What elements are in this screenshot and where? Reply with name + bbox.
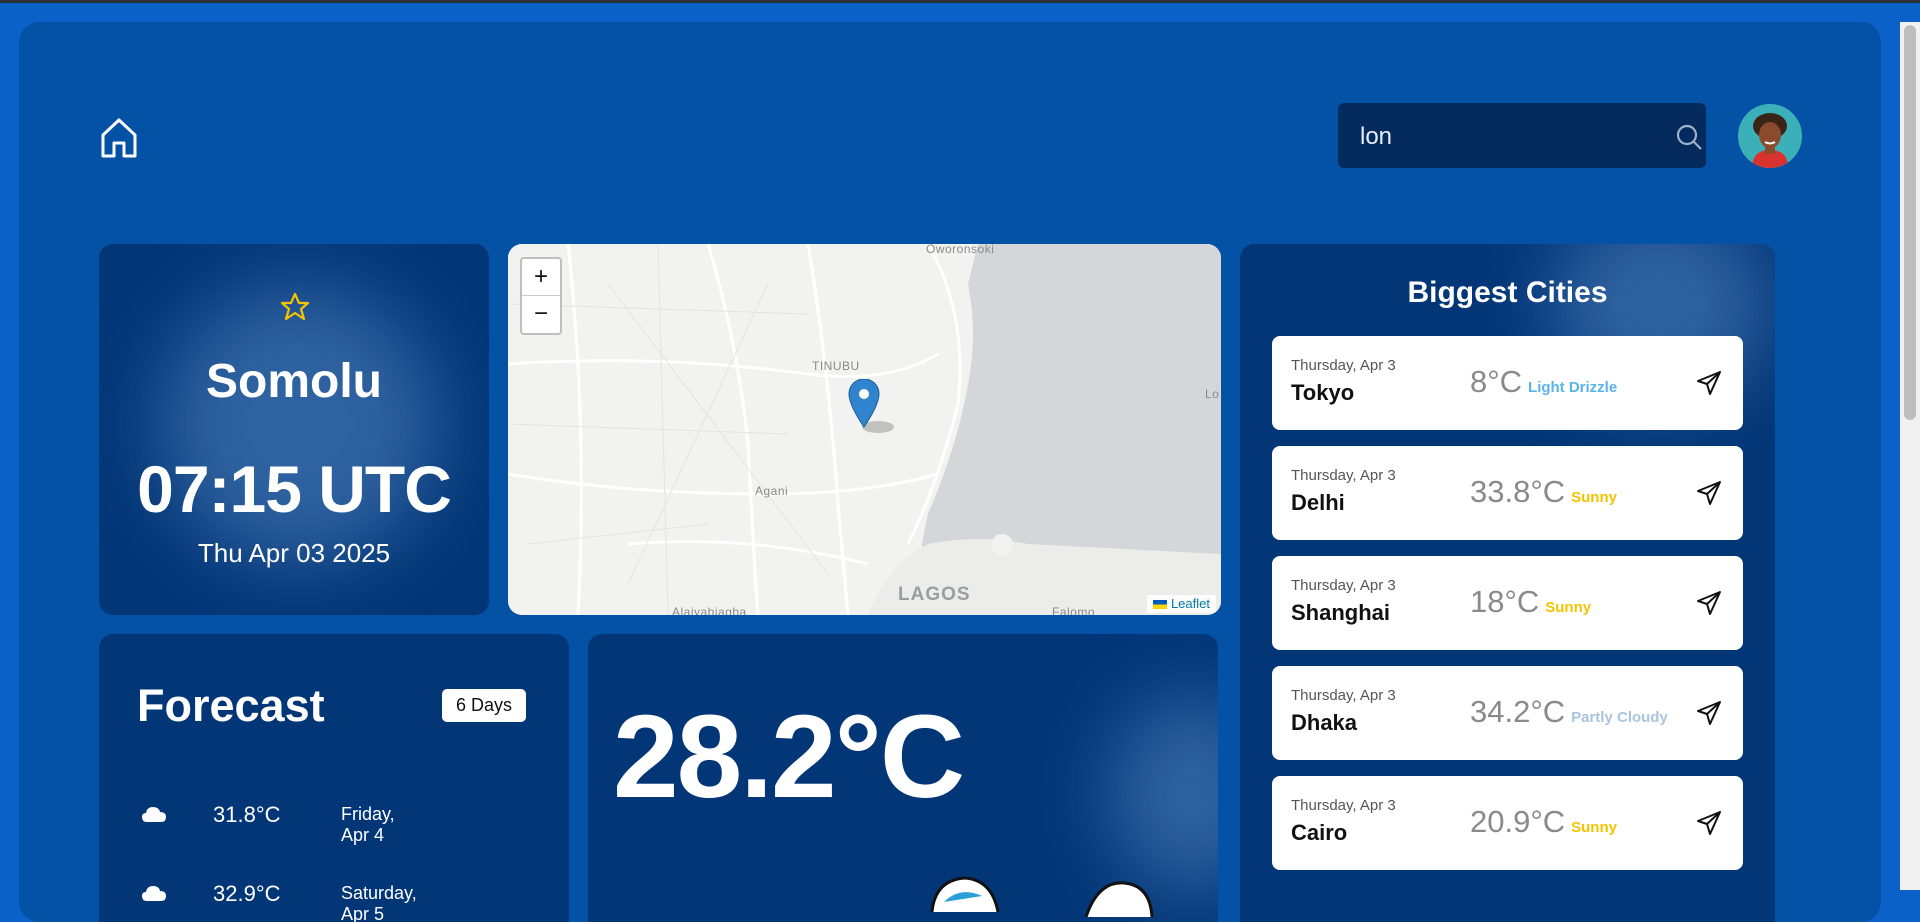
map-label-lo: Lo	[1205, 387, 1220, 401]
biggest-cities-card: Biggest Cities Thursday, Apr 3 Tokyo 8°C Li…	[1240, 244, 1775, 922]
navigate-icon[interactable]	[1695, 479, 1723, 507]
navigate-icon[interactable]	[1695, 699, 1723, 727]
location-city: Somolu	[206, 355, 382, 408]
city-name: Dhaka	[1291, 710, 1358, 735]
weather-app: Somolu 07:15 UTC Thu Apr 03 2025	[19, 22, 1881, 922]
city-name: Tokyo	[1291, 380, 1355, 405]
city-date: Thursday, Apr 3	[1291, 467, 1396, 484]
search-icon[interactable]	[1675, 123, 1703, 151]
city-card-dhaka[interactable]: Thursday, Apr 3 Dhaka 34.2°C Partly Cloudy	[1272, 666, 1743, 760]
city-date: Thursday, Apr 3	[1291, 577, 1396, 594]
map-label-lagos: LAGOS	[898, 584, 971, 605]
navigate-icon[interactable]	[1695, 809, 1723, 837]
location-time: 07:15 UTC	[137, 452, 452, 526]
city-temperature: 20.9°C Sunny	[1470, 804, 1617, 839]
zoom-in-button[interactable]: +	[522, 259, 560, 296]
forecast-day: Saturday, Apr 5	[341, 883, 417, 922]
forecast-day: Friday, Apr 4	[341, 804, 395, 845]
current-weather-card: 28.2°C	[588, 634, 1218, 922]
forecast-temperature: 31.8°C	[213, 802, 281, 827]
forecast-title: Forecast	[137, 680, 325, 731]
city-card-shanghai[interactable]: Thursday, Apr 3 Shanghai 18°C Sunny	[1272, 556, 1743, 650]
city-temperature: 18°C Sunny	[1470, 584, 1592, 619]
avatar-illustration	[1738, 104, 1802, 168]
map[interactable]: + − Oworonsoki TINUBU Agani LAGOS Alaiya…	[508, 244, 1221, 615]
city-name: Shanghai	[1291, 600, 1391, 625]
window-top-border	[0, 0, 1920, 3]
search-bar	[1338, 103, 1706, 170]
city-condition: Partly Cloudy	[1571, 709, 1668, 726]
favorite-star-icon[interactable]	[279, 291, 311, 323]
city-condition: Light Drizzle	[1528, 379, 1618, 396]
navigate-icon[interactable]	[1695, 369, 1723, 397]
zoom-control: + −	[520, 257, 562, 335]
search-input[interactable]	[1358, 103, 1652, 170]
map-label-falomo: Falomo	[1052, 605, 1096, 615]
location-date: Thu Apr 03 2025	[197, 538, 391, 568]
current-temperature: 28.2°C	[613, 691, 965, 823]
card-glow	[1108, 694, 1218, 894]
city-date: Thursday, Apr 3	[1291, 797, 1396, 814]
map-label-oworonsoki: Oworonsoki	[926, 244, 995, 256]
city-card-delhi[interactable]: Thursday, Apr 3 Delhi 33.8°C Sunny	[1272, 446, 1743, 540]
location-card: Somolu 07:15 UTC Thu Apr 03 2025	[99, 244, 489, 615]
city-card-tokyo[interactable]: Thursday, Apr 3 Tokyo 8°C Light Drizzle	[1272, 336, 1743, 430]
forecast-temperature: 32.9°C	[213, 881, 281, 906]
navigate-icon[interactable]	[1695, 589, 1723, 617]
forecast-card: Forecast 6 Days 31.8°C Friday, Apr 4 32.9°…	[99, 634, 569, 922]
city-card-cairo[interactable]: Thursday, Apr 3 Cairo 20.9°C Sunny	[1272, 776, 1743, 870]
city-condition: Sunny	[1571, 819, 1617, 836]
scrollbar-thumb[interactable]	[1904, 25, 1916, 420]
city-condition: Sunny	[1545, 599, 1592, 616]
forecast-range-selector[interactable]: 6 Days	[442, 689, 527, 722]
city-temperature: 8°C Light Drizzle	[1470, 364, 1618, 399]
map-marker-icon[interactable]	[848, 379, 898, 435]
city-condition: Sunny	[1571, 489, 1617, 506]
cloud-icon	[142, 807, 166, 822]
map-label-tinubu: TINUBU	[812, 359, 860, 373]
cloud-icon	[142, 886, 166, 901]
city-temperature: 33.8°C Sunny	[1470, 474, 1617, 509]
map-label-agani: Agani	[755, 484, 789, 498]
attribution-link[interactable]: Leaflet	[1171, 596, 1210, 611]
biggest-cities-title: Biggest Cities	[1407, 276, 1608, 309]
avatar[interactable]	[1738, 104, 1802, 168]
wind-illustration-icon	[1084, 881, 1154, 917]
ukraine-flag-icon	[1152, 600, 1167, 609]
map-label-alaiyabiagba: Alaiyabiagba	[672, 605, 747, 615]
city-date: Thursday, Apr 3	[1291, 357, 1396, 374]
weather-illustration-icon	[930, 876, 1000, 912]
page-scrollbar[interactable]	[1900, 22, 1920, 890]
zoom-out-button[interactable]: −	[522, 296, 560, 332]
city-temperature: 34.2°C Partly Cloudy	[1470, 694, 1668, 729]
home-icon[interactable]	[99, 115, 139, 161]
city-date: Thursday, Apr 3	[1291, 687, 1396, 704]
city-name: Delhi	[1291, 490, 1345, 515]
map-attribution[interactable]: Leaflet	[1146, 595, 1216, 613]
city-name: Cairo	[1291, 820, 1348, 845]
